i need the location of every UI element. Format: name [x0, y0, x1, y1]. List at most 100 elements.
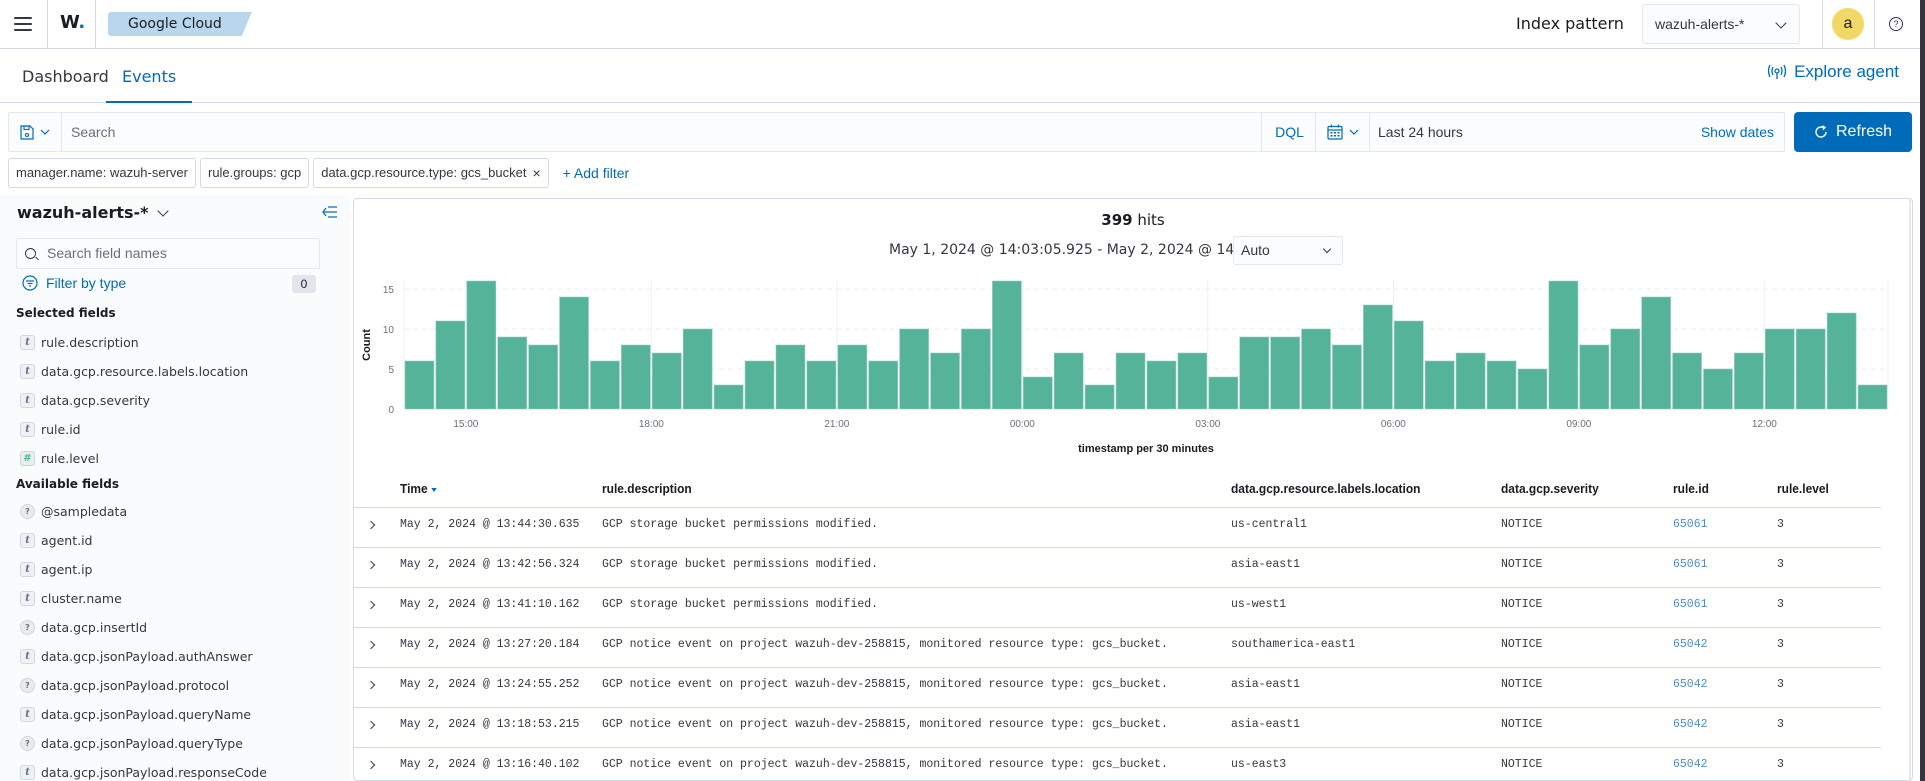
histogram-bar[interactable]: [1332, 344, 1362, 410]
filter-pill[interactable]: data.gcp.resource.type: gcs_bucket ×: [313, 158, 549, 188]
histogram-bar[interactable]: [1146, 360, 1177, 410]
histogram-bar[interactable]: [1394, 320, 1424, 410]
search-input[interactable]: [71, 121, 1071, 143]
histogram-bar[interactable]: [1610, 328, 1640, 410]
field-item[interactable]: t data.gcp.jsonPayload.queryName: [20, 700, 267, 729]
histogram-bar[interactable]: [1672, 352, 1702, 410]
field-item[interactable]: t data.gcp.jsonPayload.responseCode: [20, 758, 267, 781]
histogram-bar[interactable]: [1734, 352, 1764, 410]
histogram-bar[interactable]: [1115, 352, 1146, 410]
panel-scrollbar[interactable]: [1909, 199, 1911, 781]
wazuh-logo[interactable]: W.: [60, 12, 85, 33]
histogram-bar[interactable]: [559, 296, 589, 410]
column-header-severity[interactable]: data.gcp.severity: [1501, 481, 1599, 496]
histogram-bar[interactable]: [1641, 296, 1671, 410]
histogram-bar[interactable]: [1826, 312, 1857, 410]
histogram-bar[interactable]: [466, 280, 497, 410]
histogram-bar[interactable]: [1857, 384, 1888, 410]
table-row[interactable]: May 2, 2024 @ 13:41:10.162 GCP storage bu…: [354, 588, 1881, 628]
expand-row-icon[interactable]: [366, 560, 376, 570]
expand-row-icon[interactable]: [366, 680, 376, 690]
histogram-bar[interactable]: [1765, 328, 1795, 410]
column-header-rule-level[interactable]: rule.level: [1777, 481, 1829, 496]
window-scrollbar[interactable]: [1920, 0, 1925, 781]
expand-row-icon[interactable]: [366, 600, 376, 610]
histogram-bar[interactable]: [1208, 376, 1239, 410]
column-header-time[interactable]: Time: [400, 481, 437, 496]
index-pattern-switcher[interactable]: wazuh-alerts-*: [17, 203, 169, 222]
histogram-bar[interactable]: [1424, 360, 1455, 410]
help-icon[interactable]: ?: [1889, 17, 1903, 31]
histogram-bar[interactable]: [1517, 368, 1548, 410]
expand-row-icon[interactable]: [366, 520, 376, 530]
sort-desc-icon[interactable]: [431, 487, 437, 492]
histogram-bar[interactable]: [1703, 368, 1733, 410]
quick-date-menu-button[interactable]: [1316, 113, 1370, 151]
breadcrumb-google-cloud[interactable]: Google Cloud: [108, 12, 252, 36]
histogram-bar[interactable]: [775, 344, 806, 410]
column-header-location[interactable]: data.gcp.resource.labels.location: [1231, 481, 1420, 496]
filter-pill[interactable]: rule.groups: gcp: [199, 158, 310, 188]
field-item[interactable]: t data.gcp.resource.labels.location: [20, 357, 248, 386]
table-row[interactable]: May 2, 2024 @ 13:16:40.102 GCP notice eve…: [354, 748, 1881, 781]
histogram-bar[interactable]: [1548, 280, 1579, 410]
hamburger-menu-icon[interactable]: [14, 14, 32, 34]
histogram-bar[interactable]: [497, 336, 527, 410]
field-item[interactable]: t data.gcp.jsonPayload.authAnswer: [20, 642, 267, 671]
column-header-rule-id[interactable]: rule.id: [1673, 481, 1709, 496]
table-row[interactable]: May 2, 2024 @ 13:18:53.215 GCP notice eve…: [354, 708, 1881, 748]
expand-row-icon[interactable]: [366, 760, 376, 770]
time-range-value[interactable]: Last 24 hours: [1378, 113, 1463, 151]
histogram-bar[interactable]: [1486, 360, 1517, 410]
table-row[interactable]: May 2, 2024 @ 13:27:20.184 GCP notice eve…: [354, 628, 1881, 668]
field-item[interactable]: t agent.ip: [20, 555, 267, 584]
histogram-bar[interactable]: [961, 328, 991, 410]
cell-rule-id[interactable]: 65061: [1673, 558, 1708, 571]
histogram-bar[interactable]: [621, 344, 651, 410]
histogram-bar[interactable]: [713, 384, 744, 410]
field-item[interactable]: t agent.id: [20, 526, 267, 555]
histogram-bar[interactable]: [1455, 352, 1486, 410]
histogram-bar[interactable]: [1301, 328, 1331, 410]
table-row[interactable]: May 2, 2024 @ 13:42:56.324 GCP storage bu…: [354, 548, 1881, 588]
cell-rule-id[interactable]: 65042: [1673, 758, 1708, 771]
cell-rule-id[interactable]: 65042: [1673, 638, 1708, 651]
field-item[interactable]: # rule.level: [20, 444, 248, 473]
histogram-bar[interactable]: [992, 280, 1022, 410]
index-pattern-select[interactable]: wazuh-alerts-*: [1642, 4, 1800, 44]
table-row[interactable]: May 2, 2024 @ 13:44:30.635 GCP storage bu…: [354, 508, 1881, 548]
cell-rule-id[interactable]: 65042: [1673, 718, 1708, 731]
column-header-rule-description[interactable]: rule.description: [602, 481, 692, 496]
histogram-bar[interactable]: [1023, 376, 1053, 410]
field-item[interactable]: ? data.gcp.insertId: [20, 613, 267, 642]
histogram-bar[interactable]: [837, 344, 868, 410]
filter-pill[interactable]: manager.name: wazuh-server: [8, 158, 196, 188]
cell-rule-id[interactable]: 65042: [1673, 678, 1708, 691]
table-row[interactable]: May 2, 2024 @ 13:24:55.252 GCP notice eve…: [354, 668, 1881, 708]
field-item[interactable]: ? data.gcp.jsonPayload.queryType: [20, 729, 267, 758]
expand-row-icon[interactable]: [366, 720, 376, 730]
histogram-bar[interactable]: [404, 360, 435, 410]
filter-by-type-button[interactable]: Filter by type: [22, 275, 126, 291]
histogram-bar[interactable]: [590, 360, 620, 410]
histogram-bar[interactable]: [1579, 344, 1610, 410]
histogram-bar[interactable]: [930, 352, 960, 410]
tab-dashboard[interactable]: Dashboard: [22, 67, 109, 103]
cell-rule-id[interactable]: 65061: [1673, 598, 1708, 611]
histogram-bar[interactable]: [1795, 328, 1826, 410]
histogram-bar[interactable]: [806, 360, 837, 410]
show-dates-button[interactable]: Show dates: [1701, 113, 1774, 151]
histogram-bar[interactable]: [682, 328, 713, 410]
search-field-names-input[interactable]: [47, 245, 307, 261]
expand-row-icon[interactable]: [366, 640, 376, 650]
histogram-bar[interactable]: [1053, 352, 1084, 410]
histogram-bar[interactable]: [652, 352, 682, 410]
field-item[interactable]: t rule.description: [20, 328, 248, 357]
saved-queries-button[interactable]: [9, 113, 62, 151]
field-item[interactable]: ? data.gcp.jsonPayload.protocol: [20, 671, 267, 700]
add-filter-button[interactable]: + Add filter: [563, 165, 630, 181]
histogram-bar[interactable]: [1239, 336, 1269, 410]
histogram-bar[interactable]: [1363, 304, 1393, 410]
histogram-bar[interactable]: [528, 344, 558, 410]
refresh-button[interactable]: Refresh: [1794, 112, 1912, 152]
